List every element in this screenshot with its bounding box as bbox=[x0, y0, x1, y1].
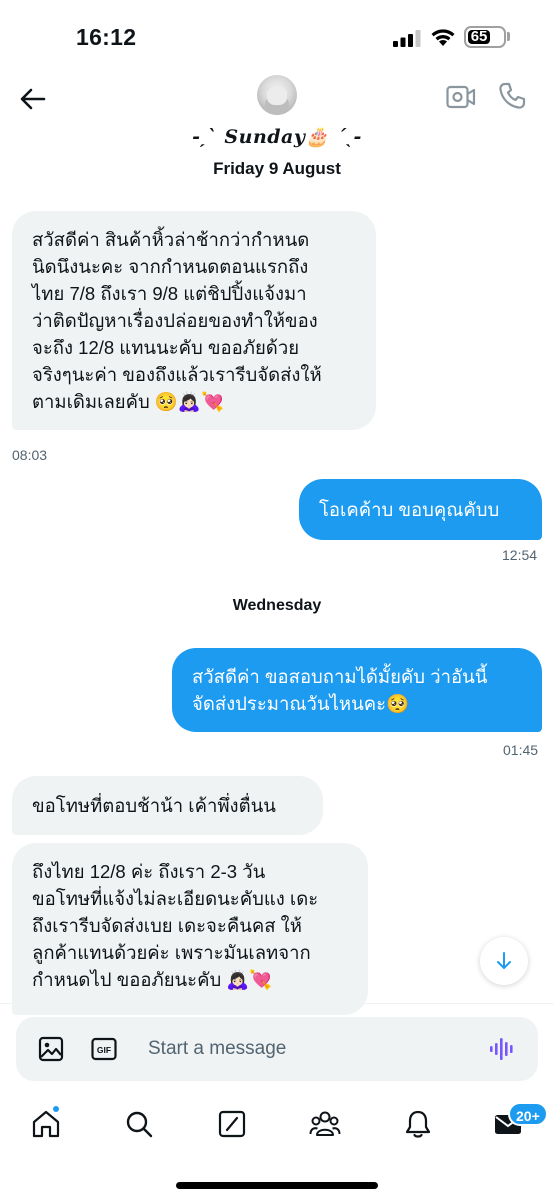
message-text: กำหนดไป ขออภัยนะคับ 🙇🏻‍♀️💘 bbox=[32, 969, 273, 990]
message-text: จะถึง 12/8 แทนนะคับ ขออภัยด้วย bbox=[32, 337, 300, 358]
message-timestamp: 08:03 bbox=[12, 447, 48, 463]
message-bubble-incoming[interactable]: สวัสดีค่า สินค้าหิ้วล่าช้ากว่ากำหนด นิดน… bbox=[12, 211, 376, 430]
search-icon bbox=[126, 1111, 153, 1138]
message-text: ตามเดิมเลยคับ 🥺🙇🏻‍♀️💘 bbox=[32, 391, 224, 412]
back-arrow-icon bbox=[20, 88, 46, 110]
home-indicator bbox=[176, 1182, 378, 1189]
message-bubble-outgoing[interactable]: สวัสดีค่า ขอสอบถามได้มั้ยคับ ว่าอันนี้ จ… bbox=[172, 648, 542, 732]
cellular-signal-icon bbox=[393, 30, 421, 47]
message-text: นิดนึงนะคะ จากกำหนดตอนแรกถึง bbox=[32, 256, 309, 277]
contact-name[interactable]: -ˏˋ Sunday🎂 ˊˎ- bbox=[0, 125, 554, 149]
message-text: ถึงเรารีบจัดส่งเบย เดะจะคืนคส ให้ bbox=[32, 915, 302, 936]
message-text: ขอโทษที่ตอบช้าน้า เค้าพึ่งตื่นน bbox=[32, 795, 276, 816]
message-bubble-incoming[interactable]: ขอโทษที่ตอบช้าน้า เค้าพึ่งตื่นน bbox=[12, 776, 323, 835]
message-timestamp: 01:45 bbox=[503, 742, 539, 758]
day-separator: Wednesday bbox=[232, 597, 322, 614]
message-text: โอเคค้าบ ขอบคุณคับบ bbox=[319, 499, 500, 520]
message-composer: GIF bbox=[16, 1017, 538, 1081]
home-icon bbox=[32, 1110, 60, 1138]
grok-icon bbox=[218, 1110, 246, 1138]
composer-divider bbox=[0, 1003, 554, 1004]
phone-icon[interactable] bbox=[498, 82, 526, 110]
conversation-header: -ˏˋ Sunday🎂 ˊˎ- Friday 9 August bbox=[0, 70, 554, 190]
arrow-down-icon bbox=[497, 952, 511, 969]
video-call-icon[interactable] bbox=[446, 84, 476, 110]
message-text: ขอโทษที่แจ้งไม่ละเอียดนะคับแง เดะ bbox=[32, 888, 319, 909]
battery-indicator: 65 bbox=[464, 26, 506, 48]
message-text: ไทย 7/8 ถึงเรา 9/8 แต่ชิปปิ้งแจ้งมา bbox=[32, 283, 307, 304]
nav-search[interactable] bbox=[122, 1107, 156, 1141]
image-icon[interactable] bbox=[38, 1036, 64, 1062]
nav-communities[interactable] bbox=[308, 1107, 342, 1141]
message-bubble-incoming[interactable]: ถึงไทย 12/8 ค่ะ ถึงเรา 2-3 วัน ขอโทษที่แ… bbox=[12, 843, 368, 1015]
contact-avatar[interactable] bbox=[257, 75, 297, 115]
status-time: 16:12 bbox=[76, 24, 137, 50]
wifi-icon bbox=[431, 29, 455, 46]
messages-count-badge: 20+ bbox=[508, 1102, 548, 1126]
scroll-to-bottom-button[interactable] bbox=[480, 937, 528, 985]
home-notification-dot bbox=[52, 1105, 60, 1113]
message-text: สวัสดีค่า ขอสอบถามได้มั้ยคับ ว่าอันนี้ bbox=[192, 666, 488, 687]
status-bar: 16:12 65 bbox=[0, 0, 554, 70]
gif-icon[interactable]: GIF bbox=[91, 1036, 117, 1062]
message-timestamp: 12:54 bbox=[502, 547, 538, 563]
message-text: ลูกค้าแทนด้วยค่ะ เพราะมันเลทจาก bbox=[32, 942, 311, 963]
bottom-navigation: 20+ bbox=[0, 1090, 554, 1200]
battery-level: 65 bbox=[468, 29, 491, 44]
conversation-date: Friday 9 August bbox=[213, 159, 341, 178]
message-text: สวัสดีค่า สินค้าหิ้วล่าช้ากว่ากำหนด bbox=[32, 229, 310, 250]
message-input[interactable] bbox=[148, 1035, 468, 1063]
svg-text:GIF: GIF bbox=[97, 1045, 111, 1055]
message-bubble-outgoing[interactable]: โอเคค้าบ ขอบคุณคับบ bbox=[299, 479, 542, 540]
message-text: จริงๆนะค่า ของถึงแล้วเรารีบจัดส่งให้ bbox=[32, 364, 322, 385]
nav-grok[interactable] bbox=[215, 1107, 249, 1141]
voice-icon[interactable] bbox=[488, 1035, 516, 1063]
communities-icon bbox=[309, 1111, 341, 1136]
message-text: ว่าติดปัญหาเรื่องปล่อยของทำให้ของ bbox=[32, 310, 318, 331]
message-text: ถึงไทย 12/8 ค่ะ ถึงเรา 2-3 วัน bbox=[32, 861, 266, 882]
notifications-icon bbox=[405, 1110, 431, 1138]
back-button[interactable] bbox=[16, 82, 50, 116]
nav-notifications[interactable] bbox=[401, 1107, 435, 1141]
message-text: จัดส่งประมาณวันไหนคะ🥺 bbox=[192, 693, 410, 714]
battery-cap bbox=[507, 32, 510, 41]
